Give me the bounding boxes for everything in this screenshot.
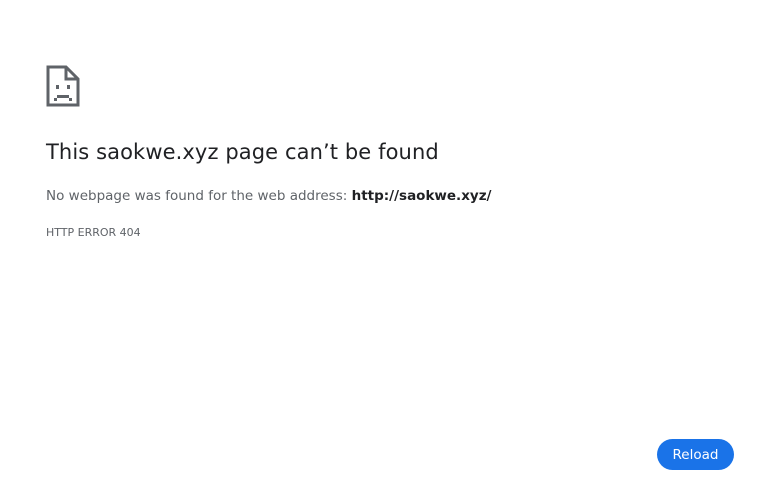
error-code: HTTP ERROR 404 <box>46 226 141 239</box>
message-prefix: No webpage was found for the web address… <box>46 188 352 204</box>
title-suffix: page can’t be found <box>218 140 439 164</box>
error-url: http://saokwe.xyz/ <box>351 188 492 204</box>
reload-button[interactable]: Reload <box>657 439 734 470</box>
page-title: This saokwe.xyz page can’t be found <box>46 140 439 164</box>
error-page: This saokwe.xyz page can’t be found No w… <box>0 0 780 493</box>
error-message: No webpage was found for the web address… <box>46 188 492 204</box>
title-host: saokwe.xyz <box>96 140 219 164</box>
title-prefix: This <box>46 140 97 164</box>
sad-document-icon <box>46 65 80 107</box>
